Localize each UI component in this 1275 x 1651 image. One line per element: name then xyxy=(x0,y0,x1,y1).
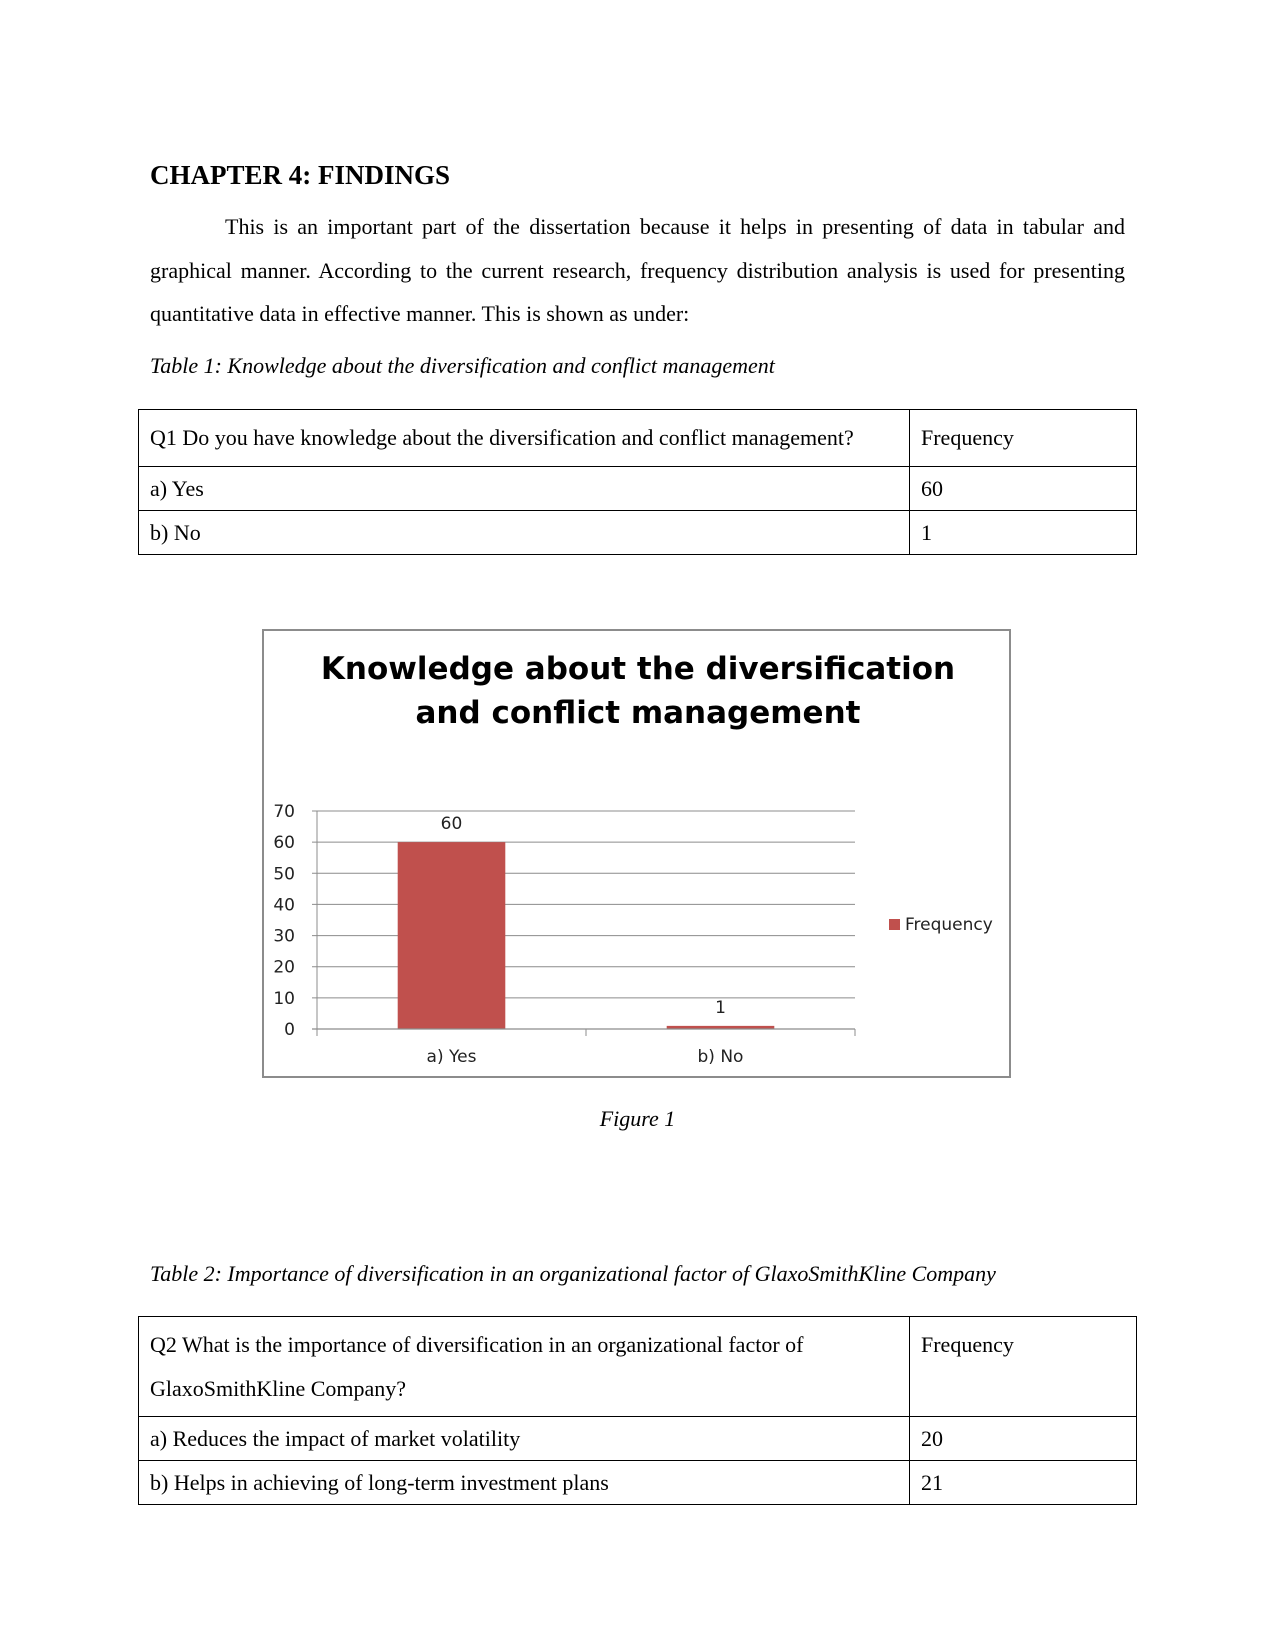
table1-frequency: 60 xyxy=(909,465,1137,511)
bar-yes xyxy=(397,842,506,1029)
document-page: CHAPTER 4: FINDINGS This is an important… xyxy=(0,0,1275,1651)
y-tick-label: 50 xyxy=(273,864,295,884)
table2-caption: Table 2: Importance of diversification i… xyxy=(150,1261,996,1286)
figure1-caption: Figure 1 xyxy=(599,1106,676,1131)
figure1-chart: Knowledge about the diversification and c… xyxy=(262,629,1011,1078)
data-label: 60 xyxy=(441,814,463,834)
chart-title: Knowledge about the diversification and c… xyxy=(321,651,955,731)
table1-option: a) Yes xyxy=(138,465,910,511)
intro-paragraph: This is an important part of the dissert… xyxy=(150,214,1125,326)
y-tick-label: 60 xyxy=(273,833,295,853)
x-tick-label: a) Yes xyxy=(427,1047,477,1067)
y-tick-label: 0 xyxy=(284,1020,295,1040)
x-tick-label: b) No xyxy=(698,1047,744,1067)
chart-gridlines xyxy=(312,810,855,999)
table1: Q1 Do you have knowledge about the diver… xyxy=(138,409,1137,555)
table2-frequency: 21 xyxy=(909,1460,1137,1505)
data-label: 1 xyxy=(715,998,726,1018)
y-tick-label: 30 xyxy=(273,927,295,947)
y-tick-label: 10 xyxy=(273,989,295,1009)
table1-frequency: 1 xyxy=(909,509,1137,555)
table2-option: b) Helps in achieving of long-term inves… xyxy=(138,1460,910,1505)
legend-label: Frequency xyxy=(905,915,993,935)
chapter-title: CHAPTER 4: FINDINGS xyxy=(150,160,451,190)
table1-option: b) No xyxy=(138,509,910,555)
table2-question-header: Q2 What is the importance of diversifica… xyxy=(138,1316,910,1417)
y-tick-label: 40 xyxy=(273,895,295,915)
y-tick-label: 70 xyxy=(273,802,295,822)
table-row: b) Helps in achieving of long-term inves… xyxy=(138,1460,1137,1505)
table2-frequency: 20 xyxy=(909,1416,1137,1461)
bar-chart: Knowledge about the diversification and c… xyxy=(273,651,993,1067)
table1-frequency-header: Frequency xyxy=(909,409,1137,467)
legend-swatch xyxy=(889,919,900,930)
table-header-row: Q2 What is the importance of diversifica… xyxy=(138,1316,1137,1417)
table-header-row: Q1 Do you have knowledge about the diver… xyxy=(138,409,1137,467)
table2: Q2 What is the importance of diversifica… xyxy=(138,1316,1137,1505)
y-tick-label: 20 xyxy=(273,958,295,978)
table-row: b) No 1 xyxy=(138,509,1137,555)
table-row: a) Reduces the impact of market volatili… xyxy=(138,1416,1137,1461)
chart-bars: 60 1 xyxy=(397,814,775,1029)
table2-option: a) Reduces the impact of market volatili… xyxy=(138,1416,910,1461)
chart-title-line: Knowledge about the diversification xyxy=(321,651,955,687)
table1-question-header: Q1 Do you have knowledge about the diver… xyxy=(138,409,910,467)
table1-caption: Table 1: Knowledge about the diversifica… xyxy=(150,353,775,378)
x-axis xyxy=(312,811,856,1036)
y-axis-ticks: 0 10 20 30 40 50 60 70 xyxy=(273,802,295,1040)
x-axis-labels: a) Yes b) No xyxy=(427,1047,744,1067)
table-row: a) Yes 60 xyxy=(138,465,1137,511)
chart-title-line: and conflict management xyxy=(416,695,861,731)
table2-frequency-header: Frequency xyxy=(909,1316,1137,1417)
chart-legend: Frequency xyxy=(889,915,993,935)
